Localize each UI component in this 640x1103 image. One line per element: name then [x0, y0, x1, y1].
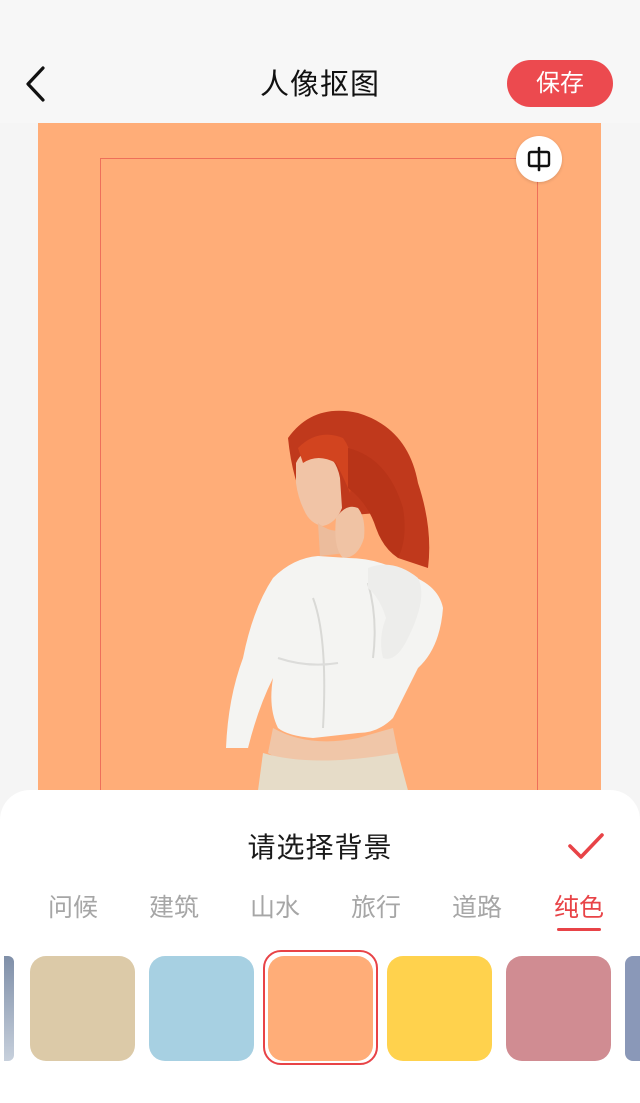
portrait-cutout-screen: 人像抠图 保存 请选择背景 问候 建筑 山水 旅行 道路 纯色 [0, 0, 640, 1103]
tab-solid-color[interactable]: 纯色 [539, 888, 619, 931]
color-swatch[interactable] [30, 956, 135, 1061]
compare-button[interactable] [516, 136, 562, 182]
save-button[interactable]: 保存 [507, 60, 613, 107]
color-swatch-selected[interactable] [268, 956, 373, 1061]
tab-solid-color-label: 纯色 [553, 893, 604, 922]
sheet-title: 请选择背景 [247, 831, 393, 864]
swatch-partial-right[interactable] [625, 956, 640, 1061]
category-tabs: 问候 建筑 山水 旅行 道路 纯色 [0, 888, 640, 938]
preview-canvas[interactable] [38, 123, 601, 823]
tab-greeting[interactable]: 问候 [33, 888, 113, 924]
top-bar: 人像抠图 保存 [0, 0, 640, 123]
color-swatch[interactable] [506, 956, 611, 1061]
color-swatch[interactable] [149, 956, 254, 1061]
tab-travel[interactable]: 旅行 [336, 888, 416, 924]
tab-landscape[interactable]: 山水 [235, 888, 315, 924]
color-swatch-list[interactable] [0, 950, 640, 1070]
active-tab-indicator [557, 928, 601, 931]
confirm-button[interactable] [564, 826, 608, 866]
tab-road[interactable]: 道路 [437, 888, 517, 924]
tab-architecture[interactable]: 建筑 [134, 888, 214, 924]
color-swatch[interactable] [387, 956, 492, 1061]
portrait-cutout-image [226, 410, 443, 823]
checkmark-icon [568, 833, 604, 859]
compare-split-icon [527, 146, 551, 172]
background-picker-sheet: 请选择背景 问候 建筑 山水 旅行 道路 纯色 [0, 790, 640, 1103]
swatch-partial-left[interactable] [4, 956, 14, 1061]
